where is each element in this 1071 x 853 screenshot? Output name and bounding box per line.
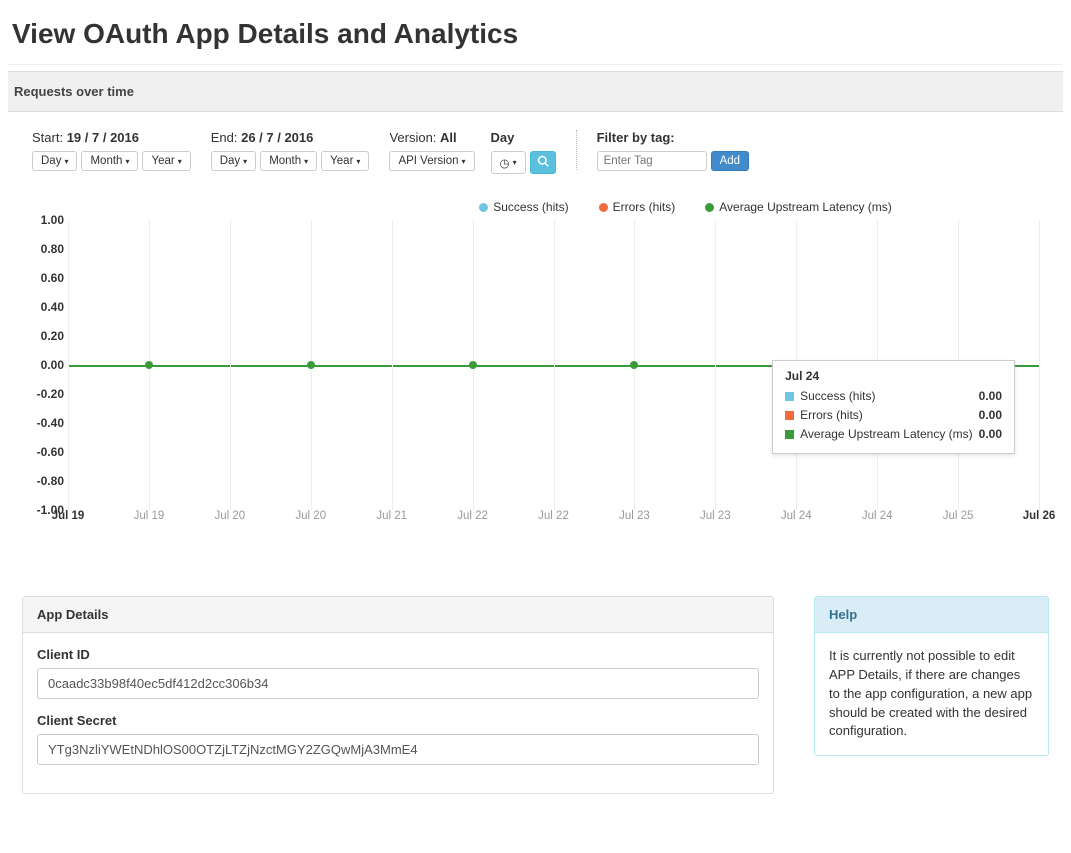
app-details-heading: App Details (23, 597, 773, 633)
end-date-label: End: 26 / 7 / 2016 (211, 130, 370, 145)
end-day-dropdown[interactable]: Day▾ (211, 151, 256, 171)
dot-icon (705, 203, 714, 212)
caret-down-icon: ▾ (243, 157, 247, 166)
version-label: Version: All (389, 130, 474, 145)
help-panel: Help It is currently not possible to edi… (814, 596, 1049, 756)
y-tick-label: 0.00 (41, 358, 64, 372)
chart-tooltip: Jul 24 Success (hits)0.00Errors (hits)0.… (772, 360, 1015, 454)
y-tick-label: 0.80 (41, 242, 64, 256)
separator (576, 130, 577, 170)
help-body: It is currently not possible to edit APP… (815, 633, 1048, 755)
data-point[interactable] (307, 361, 315, 369)
x-tick-label: Jul 25 (943, 510, 974, 522)
x-tick-label: Jul 20 (214, 510, 245, 522)
clock-icon: ◷ (500, 156, 510, 170)
filter-tag-label: Filter by tag: (597, 130, 749, 145)
version-group: Version: All API Version▾ (389, 130, 474, 171)
y-tick-label: 0.20 (41, 329, 64, 343)
tooltip-title: Jul 24 (785, 369, 1002, 383)
dot-icon (599, 203, 608, 212)
caret-down-icon: ▾ (356, 157, 360, 166)
data-point[interactable] (630, 361, 638, 369)
caret-down-icon: ▾ (125, 157, 129, 166)
client-secret-label: Client Secret (37, 713, 759, 728)
controls-bar: Start: 19 / 7 / 2016 Day▾ Month▾ Year▾ E… (8, 112, 1063, 192)
end-year-dropdown[interactable]: Year▾ (321, 151, 369, 171)
chart-plot[interactable]: 1.000.800.600.400.200.00-0.20-0.40-0.60-… (32, 220, 1039, 530)
legend-latency: Average Upstream Latency (ms) (705, 200, 892, 214)
y-tick-label: -0.60 (37, 445, 64, 459)
y-tick-label: -0.40 (37, 416, 64, 430)
granularity-dropdown[interactable]: ◷▾ (491, 151, 526, 174)
start-date-group: Start: 19 / 7 / 2016 Day▾ Month▾ Year▾ (32, 130, 191, 171)
caret-down-icon: ▾ (513, 158, 517, 167)
api-version-dropdown[interactable]: API Version▾ (389, 151, 474, 171)
x-tick-label: Jul 22 (538, 510, 569, 522)
tooltip-row: Average Upstream Latency (ms)0.00 (785, 425, 1002, 444)
start-month-dropdown[interactable]: Month▾ (81, 151, 138, 171)
add-tag-button[interactable]: Add (711, 151, 749, 171)
caret-down-icon: ▾ (178, 157, 182, 166)
x-tick-label: Jul 24 (862, 510, 893, 522)
y-tick-label: 1.00 (41, 213, 64, 227)
app-details-panel: App Details Client ID Client Secret (22, 596, 774, 794)
day-group: Day ◷▾ (491, 130, 556, 174)
start-date-label: Start: 19 / 7 / 2016 (32, 130, 191, 145)
y-tick-label: 0.40 (41, 300, 64, 314)
x-tick-label: Jul 26 (1023, 510, 1056, 522)
client-id-field[interactable] (37, 668, 759, 699)
x-tick-label: Jul 23 (619, 510, 650, 522)
filter-tag-group: Filter by tag: Add (597, 130, 749, 171)
start-day-dropdown[interactable]: Day▾ (32, 151, 77, 171)
caret-down-icon: ▾ (462, 157, 466, 166)
tag-input[interactable] (597, 151, 707, 171)
legend-success: Success (hits) (479, 200, 568, 214)
y-tick-label: -0.80 (37, 474, 64, 488)
search-icon (537, 155, 549, 170)
end-month-dropdown[interactable]: Month▾ (260, 151, 317, 171)
client-id-label: Client ID (37, 647, 759, 662)
chart-legend: Success (hits) Errors (hits) Average Ups… (32, 200, 1039, 214)
y-tick-label: 0.60 (41, 271, 64, 285)
day-col-label: Day (491, 130, 556, 145)
tooltip-row: Errors (hits)0.00 (785, 406, 1002, 425)
data-point[interactable] (145, 361, 153, 369)
dot-icon (479, 203, 488, 212)
x-tick-label: Jul 19 (134, 510, 165, 522)
x-tick-label: Jul 22 (457, 510, 488, 522)
search-button[interactable] (530, 151, 556, 174)
legend-errors: Errors (hits) (599, 200, 676, 214)
x-tick-label: Jul 19 (52, 510, 85, 522)
x-tick-label: Jul 24 (781, 510, 812, 522)
page-title: View OAuth App Details and Analytics (8, 8, 1063, 65)
client-secret-field[interactable] (37, 734, 759, 765)
x-tick-label: Jul 21 (376, 510, 407, 522)
chart-container: Success (hits) Errors (hits) Average Ups… (8, 192, 1063, 566)
caret-down-icon: ▾ (64, 157, 68, 166)
caret-down-icon: ▾ (304, 157, 308, 166)
tooltip-row: Success (hits)0.00 (785, 387, 1002, 406)
end-date-group: End: 26 / 7 / 2016 Day▾ Month▾ Year▾ (211, 130, 370, 171)
section-requests-header: Requests over time (8, 71, 1063, 112)
y-tick-label: -0.20 (37, 387, 64, 401)
help-heading: Help (815, 597, 1048, 633)
start-year-dropdown[interactable]: Year▾ (142, 151, 190, 171)
x-tick-label: Jul 20 (295, 510, 326, 522)
data-point[interactable] (469, 361, 477, 369)
x-tick-label: Jul 23 (700, 510, 731, 522)
